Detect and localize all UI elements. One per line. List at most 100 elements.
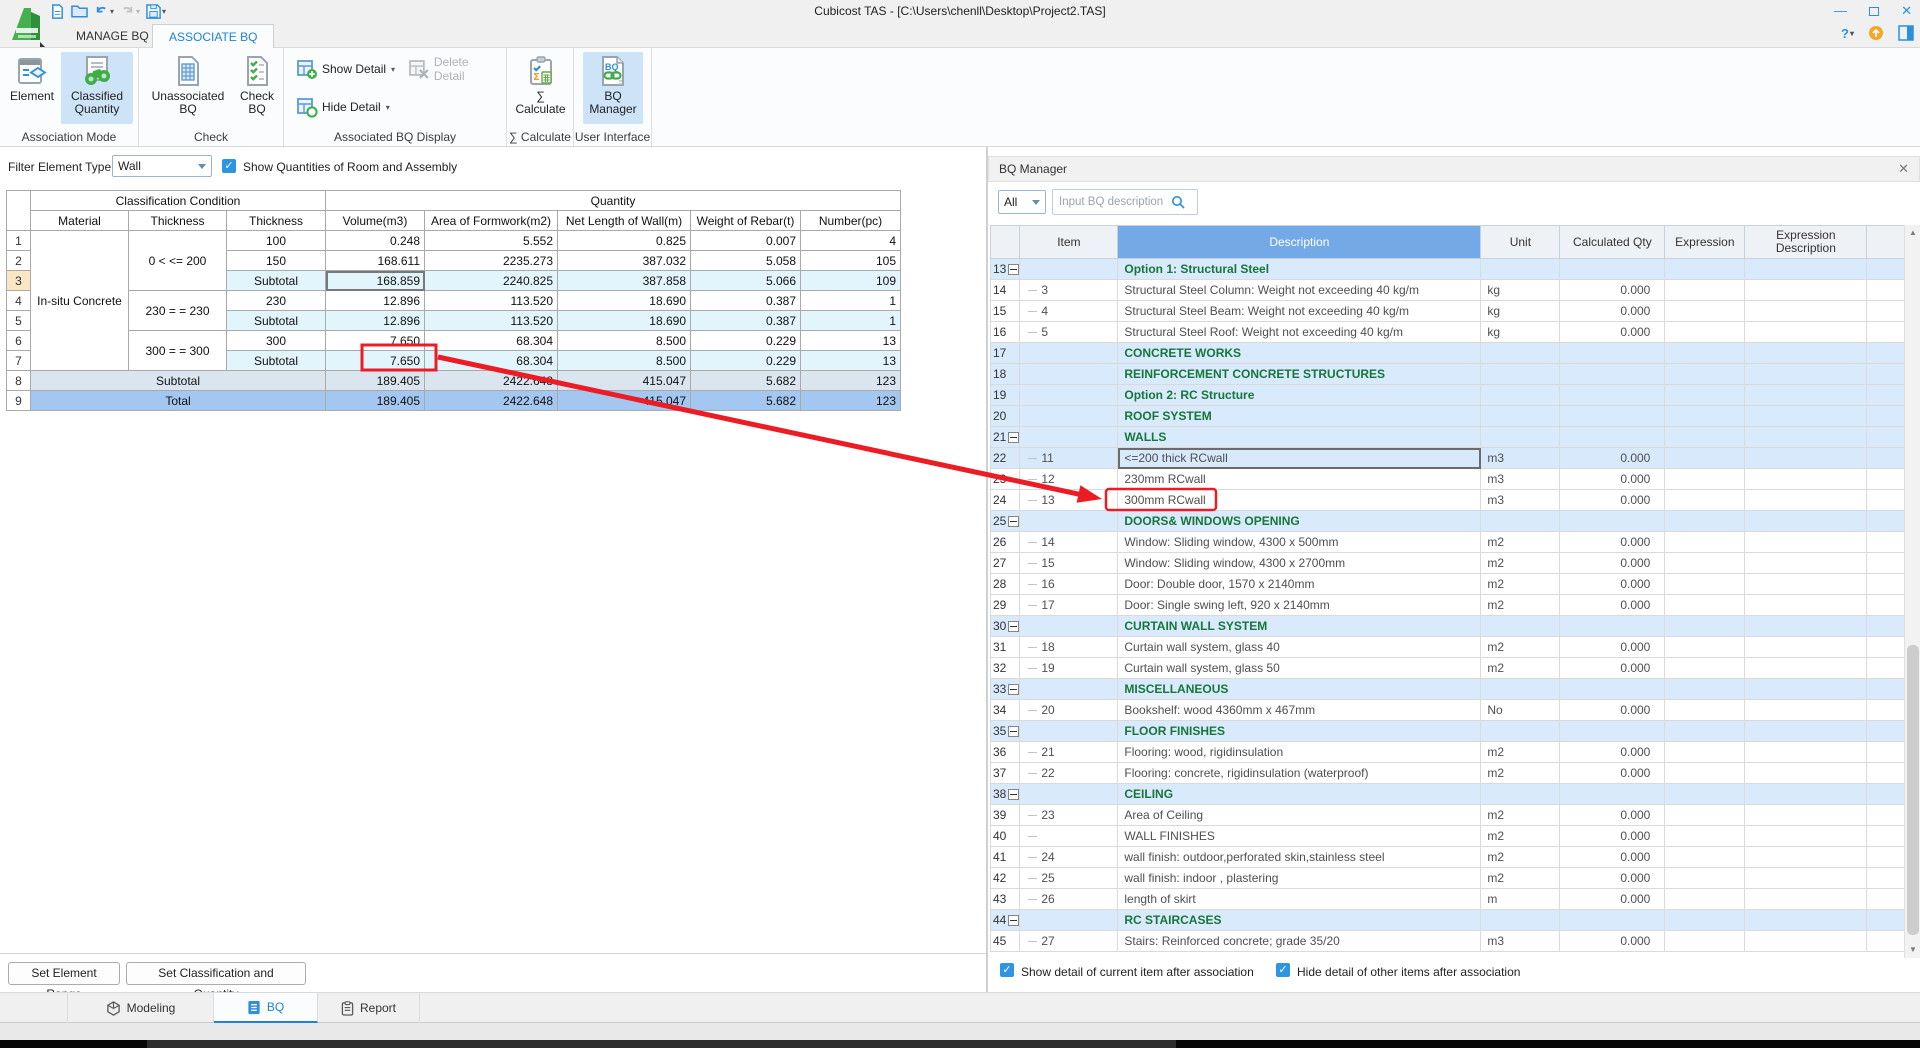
bq-row-number[interactable]: 37 xyxy=(991,763,1020,784)
collapse-minus-icon[interactable] xyxy=(1008,516,1019,527)
bq-cell-description[interactable]: Area of Ceiling xyxy=(1118,805,1481,826)
bq-cell-expression-description[interactable] xyxy=(1745,595,1867,616)
bq-cell-item[interactable]: 22 xyxy=(1020,763,1118,784)
unassociated-bq-button[interactable]: Unassociated BQ xyxy=(143,52,233,124)
bq-cell-expression-description[interactable] xyxy=(1745,259,1867,280)
bq-search-input[interactable] xyxy=(1053,196,1171,208)
qty-cell-rebar[interactable]: 5.066 xyxy=(691,271,801,291)
bq-cell-unit[interactable]: m2 xyxy=(1481,826,1560,847)
bq-cell-expression[interactable] xyxy=(1665,322,1745,343)
bq-cell-calculated-qty[interactable]: 0.000 xyxy=(1560,553,1665,574)
bq-cell-expression[interactable] xyxy=(1665,826,1745,847)
bq-cell-unit[interactable] xyxy=(1481,511,1560,532)
bq-cell-description[interactable]: ROOF SYSTEM xyxy=(1118,406,1481,427)
qty-cell-rebar[interactable]: 0.229 xyxy=(691,331,801,351)
bq-row-number[interactable]: 15 xyxy=(991,301,1020,322)
qty-cell-volume[interactable]: 168.859 xyxy=(326,271,425,291)
bq-cell-calculated-qty[interactable]: 0.000 xyxy=(1560,322,1665,343)
bq-cell-calculated-qty[interactable]: 0.000 xyxy=(1560,490,1665,511)
qty-cell-formwork[interactable]: 2235.273 xyxy=(425,251,558,271)
bq-row-24[interactable]: 2413300mm RCwallm30.000 xyxy=(991,490,1910,511)
collapse-minus-icon[interactable] xyxy=(1008,432,1019,443)
bq-cell-expression-description[interactable] xyxy=(1745,742,1867,763)
bq-cell-expression[interactable] xyxy=(1665,343,1745,364)
search-icon[interactable] xyxy=(1171,195,1185,209)
bq-cell-expression-description[interactable] xyxy=(1745,301,1867,322)
qty-cell-formwork[interactable]: 68.304 xyxy=(425,331,558,351)
bq-cell-unit[interactable]: m2 xyxy=(1481,637,1560,658)
bq-cell-unit[interactable]: m2 xyxy=(1481,763,1560,784)
bq-cell-expression[interactable] xyxy=(1665,490,1745,511)
qty-cell-volume[interactable]: 168.611 xyxy=(326,251,425,271)
bq-filter-dropdown[interactable]: All xyxy=(998,190,1046,214)
bq-cell-expression-description[interactable] xyxy=(1745,574,1867,595)
bq-row-number[interactable]: 13 xyxy=(991,259,1020,280)
bq-cell-expression[interactable] xyxy=(1665,763,1745,784)
layout-panel-icon[interactable] xyxy=(1898,25,1914,41)
bq-cell-expression[interactable] xyxy=(1665,385,1745,406)
bq-cell-expression[interactable] xyxy=(1665,532,1745,553)
bq-cell-expression-description[interactable] xyxy=(1745,385,1867,406)
qty-cell-formwork[interactable]: 2422.648 xyxy=(425,391,558,411)
bq-row-30[interactable]: 30CURTAIN WALL SYSTEM xyxy=(991,616,1910,637)
bq-row-number[interactable]: 27 xyxy=(991,553,1020,574)
bq-cell-unit[interactable] xyxy=(1481,616,1560,637)
show-detail-button[interactable]: Show Detail ▾ xyxy=(292,56,399,82)
bq-cell-calculated-qty[interactable]: 0.000 xyxy=(1560,532,1665,553)
bq-cell-expression-description[interactable] xyxy=(1745,721,1867,742)
bq-cell-unit[interactable]: m3 xyxy=(1481,448,1560,469)
bq-cell-description[interactable]: CEILING xyxy=(1118,784,1481,805)
bq-cell-description[interactable]: Structural Steel Beam: Weight not exceed… xyxy=(1118,301,1481,322)
qty-cell-number[interactable]: 13 xyxy=(801,351,901,371)
bq-cell-expression[interactable] xyxy=(1665,931,1745,952)
bq-cell-description[interactable]: Flooring: concrete, rigidinsulation (wat… xyxy=(1118,763,1481,784)
bq-cell-unit[interactable] xyxy=(1481,406,1560,427)
bq-cell-item[interactable] xyxy=(1020,511,1118,532)
bq-cell-expression[interactable] xyxy=(1665,784,1745,805)
bq-row-18[interactable]: 18REINFORCEMENT CONCRETE STRUCTURES xyxy=(991,364,1910,385)
bq-cell-calculated-qty[interactable]: 0.000 xyxy=(1560,826,1665,847)
bq-cell-description[interactable]: length of skirt xyxy=(1118,889,1481,910)
bq-row-number[interactable]: 26 xyxy=(991,532,1020,553)
bq-cell-description[interactable]: Door: Single swing left, 920 x 2140mm xyxy=(1118,595,1481,616)
bq-cell-expression-description[interactable] xyxy=(1745,532,1867,553)
bq-row-32[interactable]: 3219Curtain wall system, glass 50m20.000 xyxy=(991,658,1910,679)
collapse-minus-icon[interactable] xyxy=(1008,264,1019,275)
bq-cell-description[interactable]: Window: Sliding window, 4300 x 2700mm xyxy=(1118,553,1481,574)
qty-row-number[interactable]: 6 xyxy=(7,331,31,351)
bq-column-header-expression-description[interactable]: Expression Description xyxy=(1745,226,1867,259)
bq-row-42[interactable]: 4225wall finish: indoor , plasteringm20.… xyxy=(991,868,1910,889)
bq-cell-expression[interactable] xyxy=(1665,721,1745,742)
bq-cell-description[interactable]: REINFORCEMENT CONCRETE STRUCTURES xyxy=(1118,364,1481,385)
bq-scrollbar[interactable]: ▲ ▼ xyxy=(1904,225,1920,958)
qty-row-number[interactable]: 1 xyxy=(7,231,31,251)
bq-cell-description[interactable]: CONCRETE WORKS xyxy=(1118,343,1481,364)
bq-row-15[interactable]: 154Structural Steel Beam: Weight not exc… xyxy=(991,301,1910,322)
bq-manager-button[interactable]: BQ BQ Manager xyxy=(583,52,643,124)
qty-cell-number[interactable]: 13 xyxy=(801,331,901,351)
bq-cell-expression[interactable] xyxy=(1665,469,1745,490)
qty-row-1[interactable]: 1In-situ Concrete0 < <= 2001000.2485.552… xyxy=(7,231,901,251)
bq-cell-unit[interactable] xyxy=(1481,910,1560,931)
bq-cell-expression-description[interactable] xyxy=(1745,322,1867,343)
bq-cell-expression[interactable] xyxy=(1665,595,1745,616)
bq-row-38[interactable]: 38CEILING xyxy=(991,784,1910,805)
bq-cell-calculated-qty[interactable] xyxy=(1560,343,1665,364)
bq-cell-unit[interactable]: kg xyxy=(1481,301,1560,322)
bq-row-44[interactable]: 44RC STAIRCASES xyxy=(991,910,1910,931)
qty-cell-net-length[interactable]: 18.690 xyxy=(558,291,691,311)
bq-row-16[interactable]: 165Structural Steel Roof: Weight not exc… xyxy=(991,322,1910,343)
qty-cell-number[interactable]: 1 xyxy=(801,311,901,331)
bq-cell-calculated-qty[interactable]: 0.000 xyxy=(1560,868,1665,889)
bq-cell-expression[interactable] xyxy=(1665,259,1745,280)
bq-cell-item[interactable]: 25 xyxy=(1020,868,1118,889)
bq-cell-description[interactable]: Structural Steel Roof: Weight not exceed… xyxy=(1118,322,1481,343)
collapse-minus-icon[interactable] xyxy=(1008,789,1019,800)
bq-cell-calculated-qty[interactable]: 0.000 xyxy=(1560,847,1665,868)
bq-cell-unit[interactable] xyxy=(1481,721,1560,742)
bq-cell-item[interactable]: 23 xyxy=(1020,805,1118,826)
qty-cell-net-length[interactable]: 387.032 xyxy=(558,251,691,271)
bq-cell-calculated-qty[interactable]: 0.000 xyxy=(1560,931,1665,952)
qty-cell-net-length[interactable]: 8.500 xyxy=(558,351,691,371)
bq-row-20[interactable]: 20ROOF SYSTEM xyxy=(991,406,1910,427)
